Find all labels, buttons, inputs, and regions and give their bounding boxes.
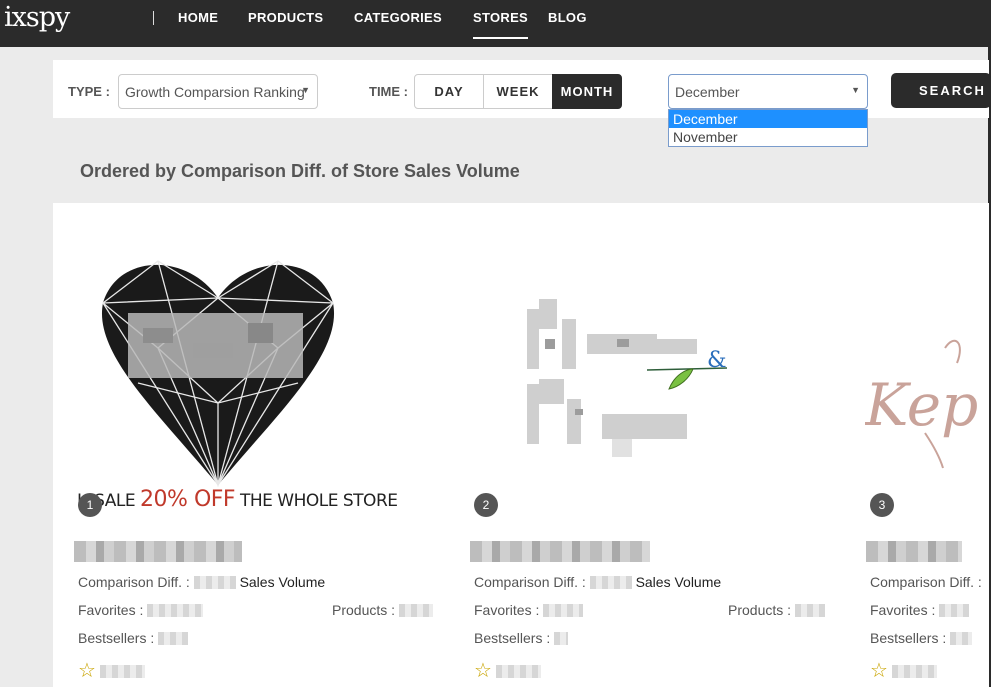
- svg-text:&: &: [707, 348, 727, 373]
- section-title: Ordered by Comparison Diff. of Store Sal…: [80, 161, 520, 181]
- nav-separator: [153, 11, 154, 25]
- site-logo[interactable]: ixspy: [4, 2, 70, 33]
- time-week-button[interactable]: WEEK: [483, 74, 553, 109]
- store-name-redacted[interactable]: [74, 541, 242, 562]
- comparison-diff-stat: Comparison Diff. :: [870, 574, 982, 590]
- store-card[interactable]: Kep 3 Comparison Diff. : Favorites : Bes…: [845, 203, 989, 687]
- store-name-redacted[interactable]: [866, 541, 962, 562]
- month-select[interactable]: December ▼: [668, 74, 868, 109]
- rating-redacted: [100, 665, 145, 678]
- rating-redacted: [892, 665, 937, 678]
- time-label: TIME :: [369, 84, 408, 99]
- bestsellers-stat: Bestsellers :: [870, 630, 973, 646]
- store-logo-script-image: Kep: [865, 339, 978, 469]
- store-card[interactable]: & 2 Comparison Diff. : Sales Volume Favo…: [449, 203, 839, 687]
- svg-text:Kep: Kep: [865, 371, 978, 439]
- star-outline-icon[interactable]: ☆: [474, 658, 492, 683]
- nav-stores[interactable]: STORES: [473, 10, 528, 25]
- comparison-diff-stat: Comparison Diff. : Sales Volume: [78, 574, 326, 590]
- nav-categories[interactable]: CATEGORIES: [354, 10, 442, 25]
- store-card[interactable]: H SALE 20% OFF THE WHOLE STORE 1 Compari…: [53, 203, 443, 687]
- bestsellers-stat: Bestsellers :: [78, 630, 189, 646]
- star-outline-icon[interactable]: ☆: [870, 658, 888, 683]
- month-option-november[interactable]: November: [669, 128, 867, 146]
- month-option-december[interactable]: December: [669, 110, 867, 128]
- comparison-diff-stat: Comparison Diff. : Sales Volume: [474, 574, 722, 590]
- month-select-value: December: [675, 84, 740, 100]
- type-select-value: Growth Comparsion Ranking: [125, 84, 305, 100]
- active-nav-indicator: [473, 37, 528, 39]
- time-month-button[interactable]: MONTH: [552, 74, 622, 109]
- month-dropdown-list: December November: [668, 109, 868, 147]
- nav-home[interactable]: HOME: [178, 10, 218, 25]
- rank-badge: 3: [870, 493, 894, 517]
- nav-blog[interactable]: BLOG: [548, 10, 587, 25]
- store-results-panel: H SALE 20% OFF THE WHOLE STORE 1 Compari…: [53, 203, 989, 687]
- type-label: TYPE :: [68, 84, 110, 99]
- top-navigation-bar: ixspy HOME PRODUCTS CATEGORIES STORES BL…: [0, 0, 991, 47]
- store-banner-text: H SALE 20% OFF THE WHOLE STORE: [77, 487, 398, 512]
- star-outline-icon[interactable]: ☆: [78, 658, 96, 683]
- rating-redacted: [496, 665, 541, 678]
- nav-products[interactable]: PRODUCTS: [248, 10, 323, 25]
- store-name-redacted[interactable]: [470, 541, 650, 562]
- favorites-stat: Favorites :: [78, 602, 204, 618]
- type-select[interactable]: Growth Comparsion Ranking ▼: [118, 74, 318, 109]
- favorites-stat: Favorites :: [870, 602, 970, 618]
- caret-down-icon: ▼: [851, 85, 860, 95]
- time-day-button[interactable]: DAY: [414, 74, 484, 109]
- store-logo-heart-image: [101, 260, 335, 488]
- bestsellers-stat: Bestsellers :: [474, 630, 569, 646]
- products-stat: Products :: [332, 602, 433, 618]
- products-stat: Products :: [728, 602, 825, 618]
- store-logo-image: &: [527, 299, 727, 457]
- rank-badge: 2: [474, 493, 498, 517]
- caret-down-icon: ▼: [301, 85, 310, 95]
- favorites-stat: Favorites :: [474, 602, 584, 618]
- rank-badge: 1: [78, 493, 102, 517]
- search-button[interactable]: SEARCH: [891, 73, 991, 108]
